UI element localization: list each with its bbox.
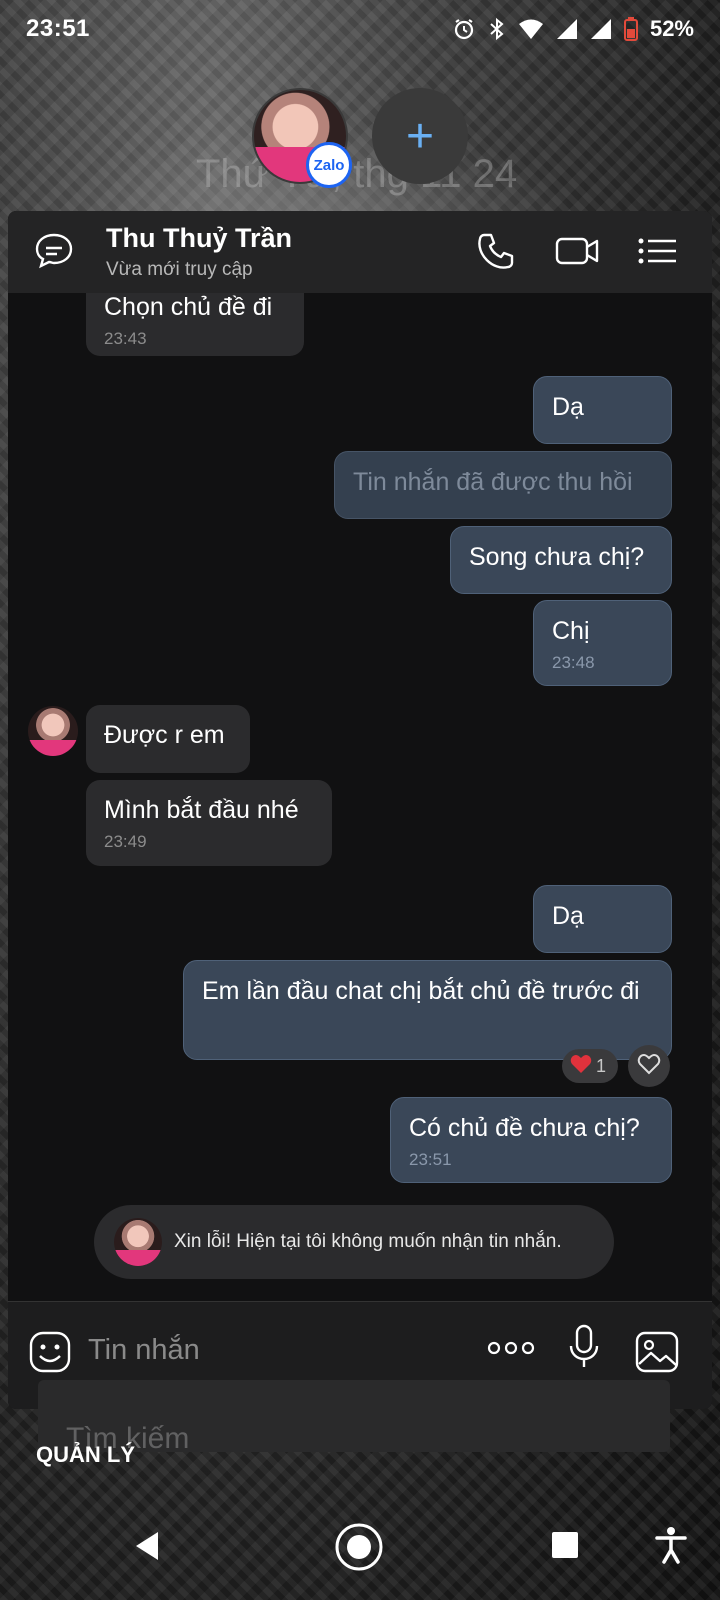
- message-bubble-out[interactable]: Song chưa chị?: [450, 526, 672, 594]
- back-icon[interactable]: [130, 1528, 166, 1564]
- contact-name[interactable]: Thu Thuỷ Trần: [106, 223, 292, 254]
- message-text: Song chưa chị?: [469, 543, 645, 571]
- chat-panel: Thu Thuỷ Trần Vừa mới truy cập Chọn chủ …: [8, 211, 712, 1409]
- message-bubble-out[interactable]: Em lần đầu chat chị bắt chủ đề trước đi: [183, 960, 672, 1060]
- message-time: 23:43: [104, 329, 147, 348]
- message-bubble-in[interactable]: Được r em: [86, 705, 250, 773]
- message-bubble-out[interactable]: Chị 23:48: [533, 600, 672, 686]
- home-icon[interactable]: [334, 1522, 384, 1572]
- status-time: 23:51: [26, 15, 90, 42]
- battery-percent: 52%: [649, 16, 694, 41]
- status-icons: 52%: [452, 16, 694, 42]
- accessibility-icon[interactable]: [654, 1526, 688, 1564]
- message-bubble-out[interactable]: Dạ: [533, 376, 672, 444]
- reaction-summary[interactable]: 1: [562, 1049, 618, 1083]
- message-bubble-out[interactable]: Có chủ đề chưa chị? 23:51: [390, 1097, 672, 1183]
- navigation-bar: [0, 1520, 720, 1600]
- wifi-icon: [518, 18, 544, 40]
- message-text: Mình bắt đầu nhé: [104, 796, 299, 824]
- message-bubble-in[interactable]: Chọn chủ đề đi 23:43: [86, 293, 304, 356]
- message-time: 23:48: [552, 653, 595, 672]
- faded-date: Thứ Tư, thg 11 24: [196, 152, 518, 196]
- alarm-icon: [452, 17, 476, 41]
- chat-icon[interactable]: [32, 229, 76, 273]
- message-bubble-out[interactable]: Dạ: [533, 885, 672, 953]
- message-text: Chị: [552, 617, 590, 645]
- signal-icon: [590, 18, 612, 40]
- chat-header: Thu Thuỷ Trần Vừa mới truy cập: [8, 211, 712, 293]
- add-bubble-button[interactable]: +: [372, 88, 468, 184]
- menu-list-icon[interactable]: [636, 231, 678, 271]
- message-list[interactable]: Chọn chủ đề đi 23:43 Dạ Tin nhắn đã được…: [8, 293, 712, 1301]
- recalled-message-bubble[interactable]: Tin nhắn đã được thu hồi: [334, 451, 672, 519]
- react-heart-button[interactable]: [628, 1045, 670, 1087]
- manage-label[interactable]: QUẢN LÝ: [36, 1442, 135, 1468]
- heart-outline-icon: [637, 1053, 661, 1080]
- more-options-icon[interactable]: [486, 1338, 536, 1358]
- contact-avatar: [114, 1218, 162, 1266]
- message-text: Dạ: [552, 393, 584, 421]
- message-text: Chọn chủ đề đi: [104, 293, 273, 321]
- phone-icon[interactable]: [476, 231, 516, 271]
- video-call-icon[interactable]: [554, 229, 600, 273]
- message-text: Dạ: [552, 902, 584, 930]
- microphone-icon[interactable]: [568, 1324, 600, 1370]
- image-icon[interactable]: [634, 1330, 680, 1374]
- zalo-badge: Zalo: [306, 142, 352, 188]
- contact-avatar[interactable]: [28, 706, 78, 756]
- message-text: Được r em: [104, 721, 225, 749]
- reaction-count: 1: [596, 1055, 607, 1076]
- sticker-icon[interactable]: [28, 1330, 72, 1374]
- contact-status: Vừa mới truy cập: [106, 259, 253, 280]
- message-input[interactable]: Tin nhắn: [88, 1334, 200, 1367]
- status-bar: 23:51 52%: [0, 0, 720, 58]
- block-notice: Xin lỗi! Hiện tại tôi không muốn nhận ti…: [94, 1205, 614, 1279]
- bluetooth-icon: [488, 17, 506, 41]
- battery-icon: [623, 17, 638, 41]
- heart-reaction-icon: [570, 1054, 592, 1079]
- message-bubble-in[interactable]: Mình bắt đầu nhé 23:49: [86, 780, 332, 866]
- recents-icon[interactable]: [550, 1530, 580, 1560]
- message-time: 23:51: [409, 1150, 452, 1169]
- message-text: Có chủ đề chưa chị?: [409, 1114, 640, 1142]
- message-time: 23:49: [104, 832, 147, 851]
- signal-icon: [556, 18, 578, 40]
- message-text: Tin nhắn đã được thu hồi: [353, 468, 633, 496]
- message-text: Em lần đầu chat chị bắt chủ đề trước đi: [202, 977, 640, 1005]
- notice-text: Xin lỗi! Hiện tại tôi không muốn nhận ti…: [174, 1231, 562, 1252]
